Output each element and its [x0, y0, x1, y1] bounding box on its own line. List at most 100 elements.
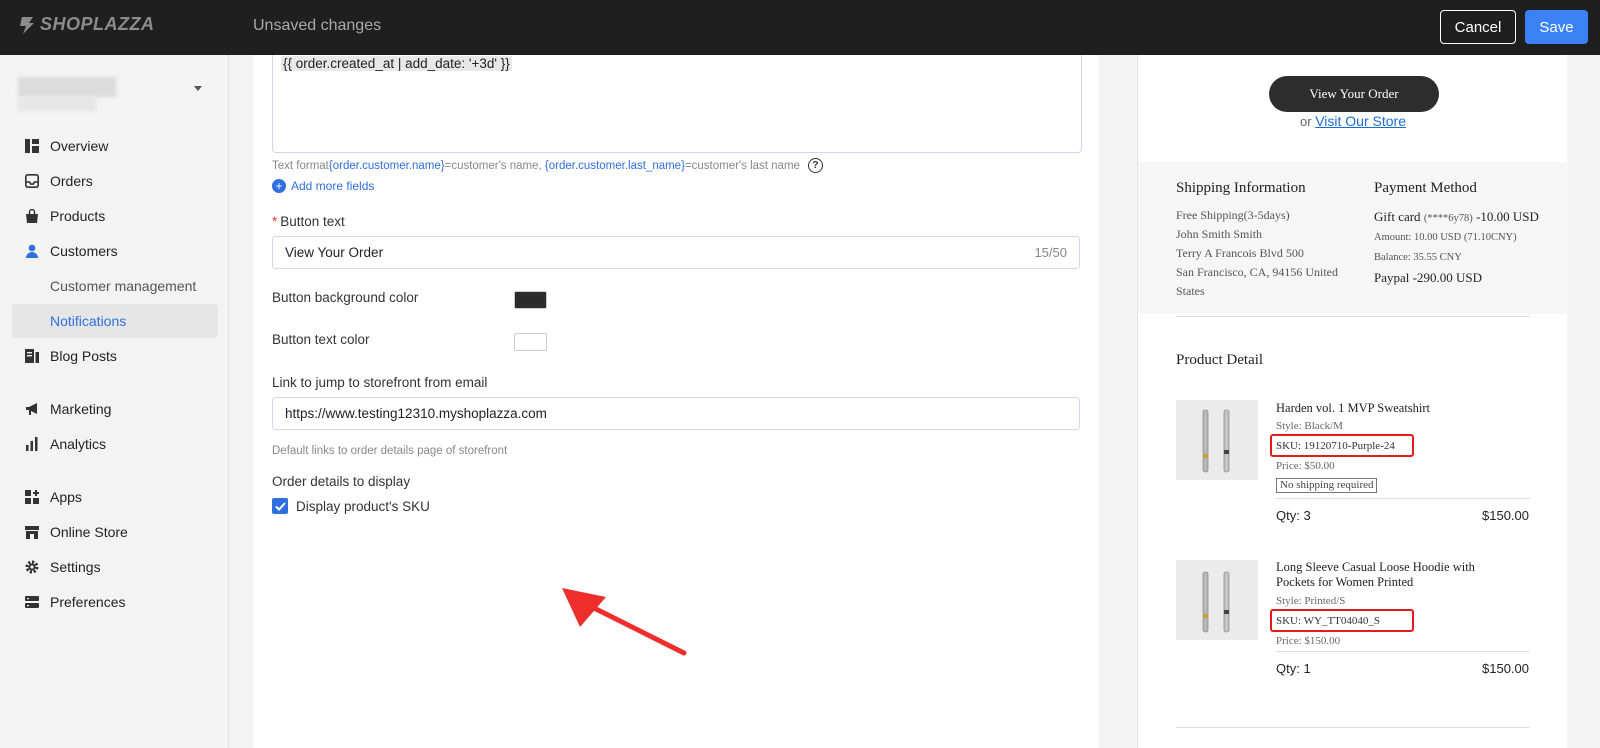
button-text-value: View Your Order — [285, 245, 384, 260]
top-bar: SHOPLAZZA Unsaved changes Cancel Save — [0, 0, 1600, 55]
dashboard-icon — [24, 138, 40, 154]
sidebar-item-label: Products — [50, 208, 106, 224]
display-sku-checkbox[interactable] — [272, 498, 288, 514]
red-arrow-annotation — [562, 588, 687, 656]
sidebar-item-notifications[interactable]: Notifications — [12, 304, 218, 338]
template-code: {{ order.created_at | add_date: '+3d' }} — [281, 56, 512, 71]
button-text-label: * Button text — [272, 214, 345, 229]
shipping-payment-box: Shipping Information Free Shipping(3-5da… — [1138, 162, 1568, 314]
logo-icon — [20, 16, 34, 34]
inbox-icon — [24, 173, 40, 189]
display-sku-label: Display product's SKU — [296, 498, 430, 514]
help-icon[interactable]: ? — [807, 158, 823, 173]
shipping-line: Free Shipping(3-5days) — [1176, 208, 1290, 222]
product-price: Price: $150.00 — [1276, 635, 1341, 647]
sidebar-item-apps[interactable]: Apps — [12, 480, 218, 514]
no-shipping-badge: No shipping required — [1276, 478, 1378, 493]
store-selector[interactable] — [18, 77, 218, 113]
plus-circle-icon: + — [272, 179, 286, 193]
email-preview: View Your Order or Visit Our Store Shipp… — [1137, 55, 1568, 748]
shipping-info-title: Shipping Information — [1176, 180, 1306, 196]
notification-settings-form: {{ order.created_at | add_date: '+3d' }}… — [253, 55, 1099, 748]
divider — [1276, 498, 1530, 499]
shipping-line: Terry A Francois Blvd 500 — [1176, 246, 1304, 260]
storefront-link-value: https://www.testing12310.myshoplazza.com — [285, 406, 547, 421]
divider — [1276, 651, 1530, 652]
sidebar-item-label: Overview — [50, 138, 109, 154]
text-format-hint: Text format {order.customer.name} =custo… — [272, 158, 823, 173]
sidebar-item-online-store[interactable]: Online Store — [12, 515, 218, 549]
product-detail-title: Product Detail — [1176, 352, 1264, 368]
gift-card-label: Gift card — [1374, 209, 1421, 224]
sidebar-item-customers[interactable]: Customers — [12, 234, 218, 268]
paypal-amount: -290.00 USD — [1412, 270, 1482, 285]
add-more-fields-link[interactable]: + Add more fields — [272, 179, 374, 193]
product-thumbnail — [1176, 560, 1258, 640]
balance-line: Balance: 35.55 CNY — [1374, 252, 1462, 263]
cancel-button[interactable]: Cancel — [1440, 10, 1516, 44]
storefront-link-input[interactable]: https://www.testing12310.myshoplazza.com — [272, 397, 1080, 430]
visit-our-store-link[interactable]: Visit Our Store — [1315, 113, 1406, 129]
button-text-color-swatch[interactable] — [514, 333, 547, 351]
shoplazza-logo: SHOPLAZZA — [18, 14, 155, 35]
sidebar-item-blog-posts[interactable]: Blog Posts — [12, 339, 218, 373]
visit-store-line: or Visit Our Store — [1138, 113, 1568, 129]
sidebar-item-products[interactable]: Products — [12, 199, 218, 233]
divider — [1176, 727, 1530, 728]
button-text-label-text: Button text — [280, 214, 345, 229]
sidebar-item-preferences[interactable]: Preferences — [12, 585, 218, 619]
view-your-order-preview-button: View Your Order — [1269, 76, 1439, 112]
product-style: Style: Black/M — [1276, 420, 1343, 432]
character-counter: 15/50 — [1034, 245, 1067, 260]
sidebar-item-label: Customer management — [50, 278, 197, 294]
amount-line: Amount: 10.00 USD (71.10CNY) — [1374, 232, 1517, 243]
store-name-blurred — [18, 77, 116, 97]
display-sku-option[interactable]: Display product's SKU — [272, 498, 430, 514]
button-text-color-label: Button text color — [272, 332, 370, 347]
sidebar-item-overview[interactable]: Overview — [12, 129, 218, 163]
sidebar-item-label: Blog Posts — [50, 348, 117, 364]
sidebar-item-label: Apps — [50, 489, 82, 505]
preferences-icon — [24, 594, 40, 610]
product-qty: Qty: 1 — [1276, 661, 1311, 676]
button-text-input[interactable]: View Your Order 15/50 — [272, 236, 1080, 269]
order-details-label: Order details to display — [272, 474, 411, 489]
sidebar-item-label: Orders — [50, 173, 93, 189]
button-bg-color-label: Button background color — [272, 290, 419, 305]
divider — [1176, 316, 1530, 317]
button-bg-color-swatch[interactable] — [514, 291, 547, 309]
sidebar-item-label: Preferences — [50, 594, 126, 610]
product-name: Long Sleeve Casual Loose Hoodie with Poc… — [1276, 560, 1475, 589]
bar-chart-icon — [24, 436, 40, 452]
chevron-down-icon — [194, 86, 202, 91]
product-price: Price: $50.00 — [1276, 460, 1335, 472]
sidebar-item-label: Marketing — [50, 401, 112, 417]
sidebar-item-settings[interactable]: Settings — [12, 550, 218, 584]
gift-card-line: Gift card (****6y78) -10.00 USD — [1374, 207, 1539, 228]
vape-pen-image — [1202, 409, 1230, 473]
sidebar-item-label: Customers — [50, 243, 118, 259]
person-icon — [24, 243, 40, 259]
payment-method-title: Payment Method — [1374, 180, 1477, 196]
gear-icon — [24, 559, 40, 575]
template-textarea[interactable]: {{ order.created_at | add_date: '+3d' }} — [272, 55, 1082, 153]
hint-variable-last-name: {order.customer.last_name} — [544, 159, 685, 172]
apps-icon — [24, 489, 40, 505]
product-sku: SKU: 19120710-Purple-24 — [1276, 440, 1395, 452]
product-total: $150.00 — [1482, 661, 1529, 676]
save-button[interactable]: Save — [1525, 10, 1588, 44]
sidebar-item-label: Online Store — [50, 524, 128, 540]
sidebar-item-analytics[interactable]: Analytics — [12, 427, 218, 461]
sidebar-item-label: Settings — [50, 559, 101, 575]
or-text: or — [1300, 114, 1312, 129]
product-sku: SKU: WY_TT04040_S — [1276, 615, 1380, 627]
sidebar-item-customer-management[interactable]: Customer management — [12, 269, 218, 303]
sidebar-item-marketing[interactable]: Marketing — [12, 392, 218, 426]
brand-name: SHOPLAZZA — [40, 14, 155, 34]
sidebar-item-label: Analytics — [50, 436, 107, 452]
shipping-line: John Smith Smith — [1176, 227, 1263, 241]
gift-card-amount: -10.00 USD — [1476, 209, 1539, 224]
gift-card-code: (****6y78) — [1423, 213, 1473, 224]
paypal-line: Paypal -290.00 USD — [1374, 268, 1482, 287]
sidebar-item-orders[interactable]: Orders — [12, 164, 218, 198]
